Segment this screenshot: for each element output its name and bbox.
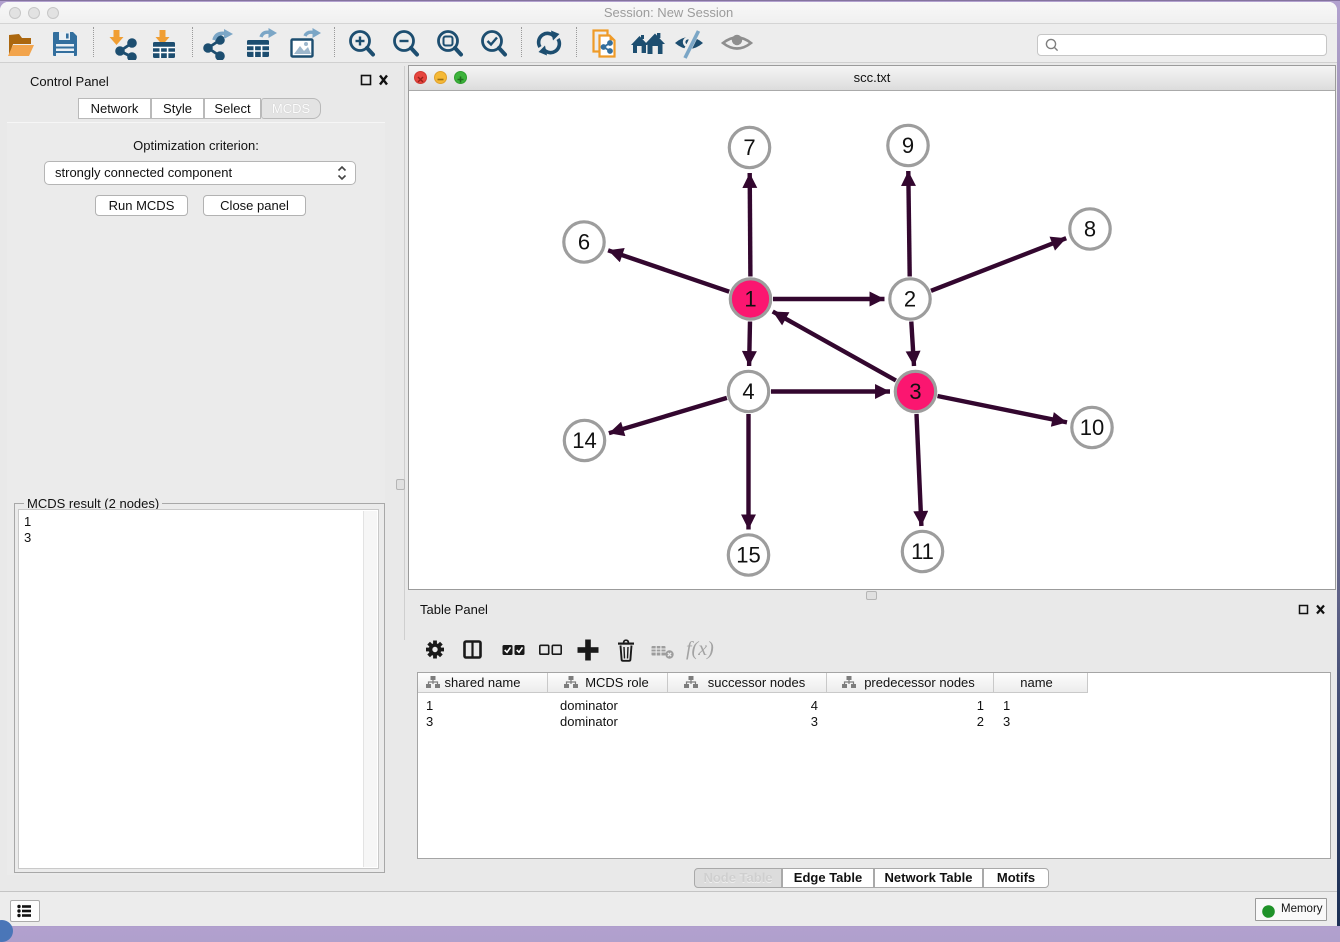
svg-text:11: 11 bbox=[911, 539, 934, 564]
svg-text:7: 7 bbox=[743, 135, 755, 160]
svg-text:8: 8 bbox=[1084, 217, 1096, 242]
svg-text:2: 2 bbox=[904, 287, 916, 312]
svg-text:3: 3 bbox=[909, 379, 921, 404]
svg-text:9: 9 bbox=[902, 133, 914, 158]
svg-text:4: 4 bbox=[742, 379, 754, 404]
svg-text:6: 6 bbox=[578, 230, 590, 255]
svg-text:15: 15 bbox=[736, 543, 760, 568]
svg-text:1: 1 bbox=[744, 287, 756, 312]
svg-text:10: 10 bbox=[1080, 415, 1104, 440]
svg-text:14: 14 bbox=[572, 428, 596, 453]
